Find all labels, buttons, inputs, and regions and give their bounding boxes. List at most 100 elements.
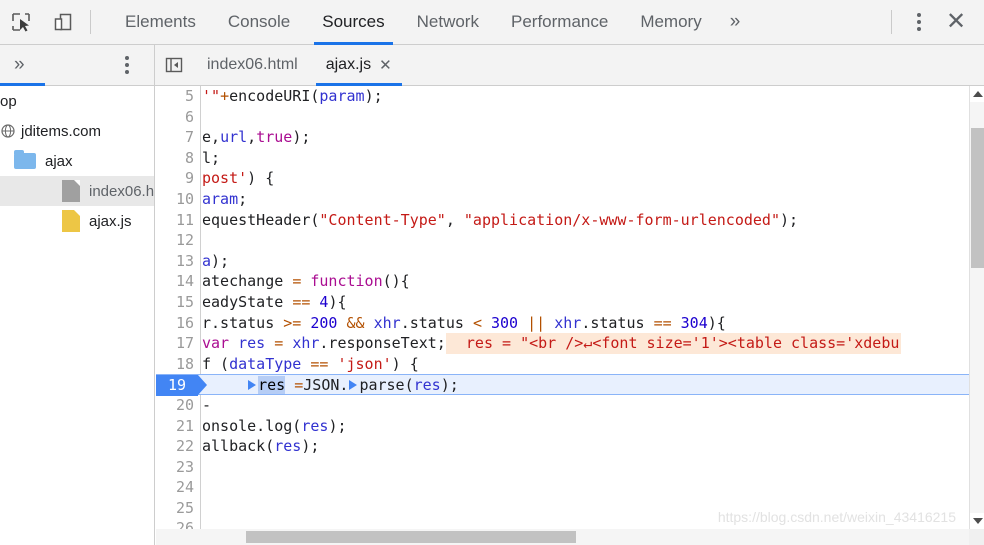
code-line[interactable]: 25 — [156, 498, 969, 519]
line-number[interactable]: 10 — [156, 189, 194, 210]
tab-memory[interactable]: Memory — [624, 0, 717, 45]
code-text[interactable]: post') { — [202, 168, 274, 189]
device-toolbar-icon[interactable] — [42, 0, 84, 44]
code-text[interactable]: eadyState == 4){ — [202, 292, 347, 313]
code-line[interactable]: 17 var res = xhr.responseText; res = "<br… — [156, 333, 969, 354]
file-tab-index06-html[interactable]: index06.html — [193, 45, 312, 86]
navigator-file-tree[interactable]: op jditems.com ajax index06.html ajax.js — [0, 86, 155, 545]
code-lines-container[interactable]: 5 '"+encodeURI(param); 6 7 e,url,true); 8 l; 9 p… — [156, 86, 969, 529]
horizontal-scrollbar-thumb[interactable] — [246, 531, 576, 543]
code-line[interactable]: 6 — [156, 107, 969, 128]
tree-item-label: ajax.js — [89, 212, 132, 230]
code-text[interactable]: r.status >= 200 && xhr.status < 300 || x… — [202, 313, 726, 334]
code-line[interactable]: 23 — [156, 457, 969, 478]
line-number[interactable]: 19 — [156, 375, 207, 396]
line-number[interactable]: 16 — [156, 313, 194, 334]
line-number[interactable]: 7 — [156, 127, 194, 148]
tab-console[interactable]: Console — [212, 0, 306, 45]
code-line[interactable]: 15 eadyState == 4){ — [156, 292, 969, 313]
code-line[interactable]: 13 a); — [156, 251, 969, 272]
more-options-icon[interactable] — [902, 0, 936, 44]
code-line[interactable]: 10 aram; — [156, 189, 969, 210]
tree-item-label: index06.html — [89, 182, 155, 200]
code-line[interactable]: 20- — [156, 395, 969, 416]
code-text[interactable]: onsole.log(res); — [202, 416, 347, 437]
code-line[interactable]: 5 '"+encodeURI(param); — [156, 86, 969, 107]
tab-sources[interactable]: Sources — [306, 0, 400, 45]
code-text[interactable]: var res = xhr.responseText; res = "<br /… — [202, 333, 902, 354]
line-number[interactable]: 6 — [156, 107, 194, 128]
tree-item-ajax-js[interactable]: ajax.js — [0, 206, 154, 236]
horizontal-scrollbar[interactable] — [156, 529, 969, 545]
tree-item-top[interactable]: op — [0, 86, 154, 116]
code-line-execution[interactable]: 19 res =JSON. parse(res); — [156, 374, 969, 396]
close-tab-icon[interactable]: ✕ — [379, 56, 392, 74]
line-number[interactable]: 12 — [156, 230, 194, 251]
line-number[interactable]: 23 — [156, 457, 194, 478]
inspect-element-icon[interactable] — [0, 0, 42, 44]
tab-elements[interactable]: Elements — [109, 0, 212, 45]
line-number[interactable]: 11 — [156, 210, 194, 231]
code-line[interactable]: 7 e,url,true); — [156, 127, 969, 148]
source-code-editor[interactable]: 5 '"+encodeURI(param); 6 7 e,url,true); 8 l; 9 p… — [156, 86, 984, 545]
code-line[interactable]: 26 — [156, 518, 969, 529]
line-number[interactable]: 24 — [156, 477, 194, 498]
line-number[interactable]: 5 — [156, 86, 194, 107]
more-tabs-chevron-icon[interactable]: » — [718, 0, 753, 45]
tab-network[interactable]: Network — [401, 0, 495, 45]
close-icon[interactable]: ✕ — [936, 0, 976, 44]
line-number[interactable]: 17 — [156, 333, 194, 354]
code-line[interactable]: 18 f (dataType == 'json') { — [156, 354, 969, 375]
code-line[interactable]: 12 — [156, 230, 969, 251]
scroll-up-arrow-icon[interactable] — [970, 86, 984, 102]
code-line[interactable]: 14 atechange = function(){ — [156, 271, 969, 292]
line-number[interactable]: 26 — [156, 518, 194, 529]
vertical-scrollbar-thumb[interactable] — [971, 128, 984, 268]
code-text[interactable]: '"+encodeURI(param); — [202, 86, 383, 107]
code-text[interactable]: a); — [202, 251, 229, 272]
code-text[interactable]: res =JSON. parse(res); — [211, 375, 459, 396]
code-text[interactable]: aram; — [202, 189, 247, 210]
line-number[interactable]: 15 — [156, 292, 194, 313]
code-text[interactable]: l; — [202, 148, 220, 169]
code-text[interactable]: equestHeader("Content-Type", "applicatio… — [202, 210, 798, 231]
code-text[interactable]: f (dataType == 'json') { — [202, 354, 419, 375]
code-text[interactable]: atechange = function(){ — [202, 271, 410, 292]
code-line[interactable]: 24 — [156, 477, 969, 498]
code-line[interactable]: 21 onsole.log(res); — [156, 416, 969, 437]
line-number[interactable]: 14 — [156, 271, 194, 292]
code-line[interactable]: 16 r.status >= 200 && xhr.status < 300 ||… — [156, 313, 969, 334]
code-token: ){ — [707, 313, 726, 332]
code-token: ); — [364, 87, 383, 105]
code-line[interactable]: 11 equestHeader("Content-Type", "applicat… — [156, 210, 969, 231]
code-line[interactable]: 9 post') { — [156, 168, 969, 189]
line-number[interactable]: 13 — [156, 251, 194, 272]
code-text[interactable]: e,url,true); — [202, 127, 310, 148]
code-rows[interactable]: 5 '"+encodeURI(param); 6 7 e,url,true); 8 l; 9 p… — [156, 86, 969, 529]
code-line[interactable]: 8 l; — [156, 148, 969, 169]
line-number[interactable]: 8 — [156, 148, 194, 169]
navigator-more-options-icon[interactable] — [110, 43, 144, 87]
code-line[interactable]: 22 allback(res); — [156, 436, 969, 457]
line-number[interactable]: 9 — [156, 168, 194, 189]
tree-item-ajax-folder[interactable]: ajax — [0, 146, 154, 176]
line-number[interactable]: 18 — [156, 354, 194, 375]
code-token: encodeURI( — [229, 87, 320, 105]
html-file-icon — [62, 180, 80, 202]
line-number[interactable]: 22 — [156, 436, 194, 457]
line-number[interactable]: 21 — [156, 416, 194, 437]
tree-item-jditems-com[interactable]: jditems.com — [0, 116, 154, 146]
inline-value-popover[interactable]: res = "<br />↵<font size='1'><table clas… — [445, 333, 902, 354]
code-text[interactable]: allback(res); — [202, 436, 319, 457]
tab-performance[interactable]: Performance — [495, 0, 624, 45]
show-navigator-icon[interactable] — [155, 45, 193, 86]
vertical-scrollbar[interactable] — [969, 86, 984, 529]
code-text[interactable]: - — [202, 395, 211, 416]
line-number[interactable]: 25 — [156, 498, 194, 519]
tree-item-index06-html[interactable]: index06.html — [0, 176, 154, 206]
file-tab-ajax-js[interactable]: ajax.js ✕ — [312, 45, 406, 86]
scroll-down-arrow-icon[interactable] — [970, 513, 984, 529]
expand-navigator-chevron-icon[interactable]: » — [14, 54, 25, 76]
line-number[interactable]: 20 — [156, 395, 194, 416]
